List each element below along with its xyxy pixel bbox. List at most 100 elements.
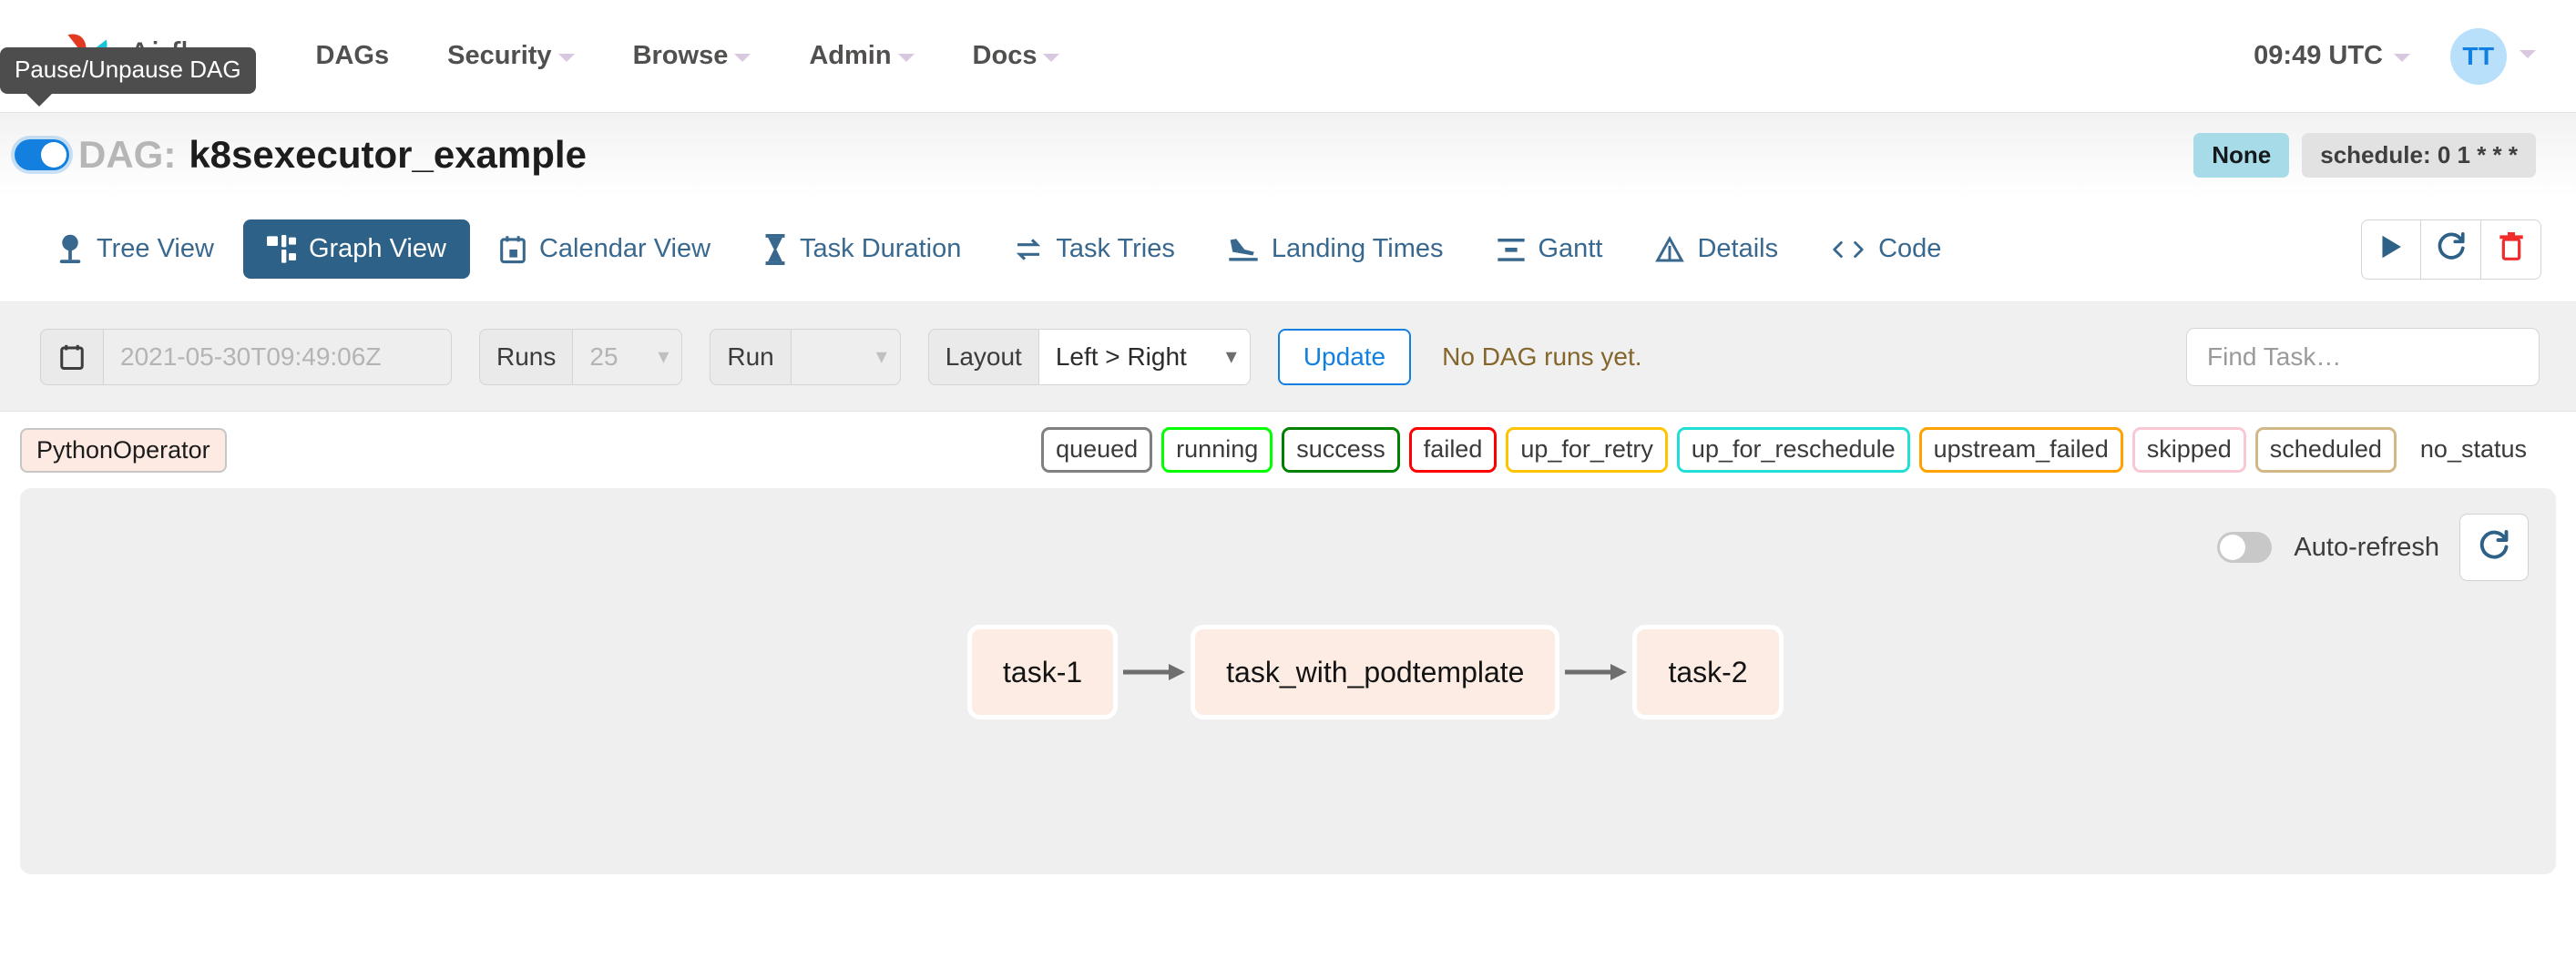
nav-item-docs[interactable]: Docs [944,41,1089,71]
chevron-down-icon: ▾ [875,343,887,369]
status-legend: queued running success failed up_for_ret… [1041,427,2541,473]
play-icon [2377,233,2405,265]
tab-details[interactable]: Details [1631,219,1802,279]
pause-unpause-toggle[interactable] [15,139,69,170]
legend-row: PythonOperator queued running success fa… [0,412,2576,488]
task-node-task-2[interactable]: task-2 [1632,625,1784,719]
auto-refresh-toggle[interactable] [2217,532,2273,563]
chevron-down-icon [557,54,575,62]
nav-item-label: Security [447,41,552,70]
refresh-icon [2478,529,2510,566]
auto-refresh-label: Auto-refresh [2294,532,2439,562]
legend-item-scheduled[interactable]: scheduled [2254,427,2397,473]
runs-label: Runs [479,328,574,385]
legend-item-no-status: no_status [2419,435,2527,464]
tab-graph-view[interactable]: Graph View [242,219,470,279]
tab-calendar-view[interactable]: Calendar View [475,219,734,279]
status-badge: None [2193,132,2290,178]
tab-label: Tree View [97,234,214,263]
avatar: TT [2450,27,2507,85]
info-triangle-icon [1655,235,1685,263]
refresh-dag-button[interactable] [2421,219,2481,280]
nav-item-label: Admin [809,41,892,70]
dag-action-buttons [2361,219,2541,280]
execution-date-input[interactable]: 2021-05-30T09:49:06Z [104,328,452,385]
nav-item-label: Browse [632,41,729,70]
dag-header: Pause/Unpause DAG DAG: k8sexecutor_examp… [0,47,2576,197]
user-menu[interactable]: TT [2423,27,2536,85]
auto-refresh-control[interactable]: Auto-refresh [2212,532,2439,563]
layout-label: Layout [927,328,1039,385]
dag-label: DAG: [78,133,177,176]
run-select[interactable]: ▾ [791,328,901,385]
tree-icon [56,234,84,265]
legend-item-upstream-failed[interactable]: upstream_failed [1918,427,2123,473]
task-node-task-1[interactable]: task-1 [967,625,1119,719]
hourglass-icon [763,233,787,265]
runs-select[interactable]: 25 ▾ [573,328,683,385]
operator-badge: PythonOperator [20,427,227,473]
graph-filter-toolbar: 2021-05-30T09:49:06Z Runs 25 ▾ Run ▾ Lay… [0,302,2576,412]
tab-landing-times[interactable]: Landing Times [1204,219,1467,279]
toggle-knob [41,142,66,168]
legend-item-running[interactable]: running [1161,427,1273,473]
edge-arrow-icon [1118,659,1191,685]
legend-item-up-for-retry[interactable]: up_for_retry [1506,427,1668,473]
tab-gantt[interactable]: Gantt [1473,219,1627,279]
calendar-icon[interactable] [40,328,104,385]
nav-item-admin[interactable]: Admin [780,41,943,71]
tab-label: Landing Times [1271,234,1444,263]
retry-icon [1014,236,1043,263]
tab-tree-view[interactable]: Tree View [33,219,238,280]
timezone-clock[interactable]: 09:49 UTC [2241,41,2423,71]
graph-refresh-button[interactable] [2459,514,2529,581]
graph-canvas-wrapper: Auto-refresh task-1 task_with_podtemplat… [0,488,2576,874]
schedule-badge[interactable]: schedule: 0 1 * * * [2302,132,2536,178]
tab-label: Graph View [308,234,446,263]
tab-task-duration[interactable]: Task Duration [740,219,985,280]
task-node-task-with-podtemplate[interactable]: task_with_podtemplate [1191,625,1560,719]
legend-item-queued[interactable]: queued [1041,427,1153,473]
plane-landing-icon [1228,236,1259,263]
no-dag-runs-message: No DAG runs yet. [1442,342,1642,371]
update-button[interactable]: Update [1277,328,1412,385]
edge-arrow-icon [1559,659,1632,685]
layout-select-value: Left > Right [1055,342,1187,371]
calendar-icon [499,235,526,264]
nav-item-browse[interactable]: Browse [604,41,781,71]
navbar-right: 09:49 UTC TT [2241,27,2536,85]
graph-icon [266,234,296,264]
layout-group: Layout Left > Right ▾ [927,328,1251,385]
tab-code[interactable]: Code [1807,219,1965,279]
chevron-down-icon: ▾ [658,343,670,369]
tab-label: Task Tries [1056,234,1175,263]
run-label: Run [710,328,792,385]
trigger-dag-button[interactable] [2361,219,2421,280]
find-task-input[interactable]: Find Task… [2186,327,2540,386]
dag-title-row: DAG: k8sexecutor_example [9,133,587,177]
chevron-down-icon [897,54,915,62]
legend-item-success[interactable]: success [1282,427,1400,473]
nav-item-dags[interactable]: DAGs [287,41,419,71]
runs-select-value: 25 [589,342,618,371]
view-tabbar: Tree View Graph View Calendar View Task … [0,197,2576,302]
chevron-down-icon [2394,54,2410,62]
legend-item-failed[interactable]: failed [1408,427,1498,473]
legend-item-up-for-reschedule[interactable]: up_for_reschedule [1676,427,1910,473]
delete-dag-button[interactable] [2481,219,2541,280]
legend-item-skipped[interactable]: skipped [2131,427,2246,473]
nav-item-security[interactable]: Security [418,41,603,71]
toggle-knob [2220,535,2246,560]
tab-task-tries[interactable]: Task Tries [990,219,1199,279]
runs-group: Runs 25 ▾ [479,328,683,385]
chevron-down-icon [734,54,751,62]
execution-date-group: 2021-05-30T09:49:06Z [40,328,452,385]
graph-canvas[interactable]: Auto-refresh task-1 task_with_podtemplat… [20,488,2556,874]
tab-label: Details [1697,234,1779,263]
page-title: k8sexecutor_example [189,133,587,176]
nav-menu: DAGs Security Browse Admin Docs [287,41,1089,71]
gantt-icon [1497,236,1526,263]
layout-select[interactable]: Left > Right ▾ [1038,328,1251,385]
tab-label: Task Duration [800,234,962,263]
trash-icon [2498,232,2525,266]
